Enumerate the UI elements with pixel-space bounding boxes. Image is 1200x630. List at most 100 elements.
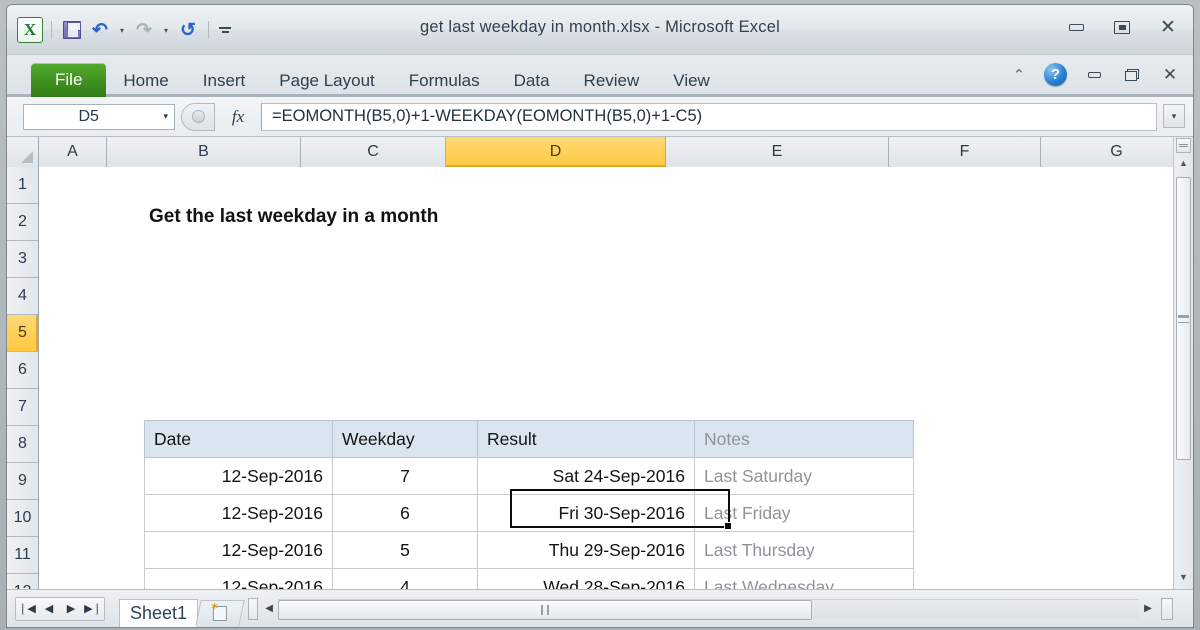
cell-d7[interactable]: Thu 29-Sep-2016 bbox=[477, 531, 695, 569]
table-row[interactable]: 12-Sep-2016 5 Thu 29-Sep-2016 Last Thurs… bbox=[144, 531, 914, 569]
next-sheet-button[interactable]: ▶ bbox=[60, 602, 82, 615]
close-icon: ✕ bbox=[1160, 15, 1176, 38]
workbook-restore-icon bbox=[1125, 68, 1139, 81]
scroll-left-button[interactable]: ◀ bbox=[260, 603, 278, 614]
insert-function-icon[interactable]: fx bbox=[215, 107, 261, 127]
row-header-10[interactable]: 10 bbox=[7, 500, 38, 537]
tab-insert[interactable]: Insert bbox=[186, 65, 263, 97]
column-header-f[interactable]: F bbox=[889, 137, 1041, 167]
collapse-ribbon-chevron-icon[interactable]: ⌃ bbox=[1010, 66, 1028, 84]
column-header-notes[interactable]: Notes bbox=[694, 420, 914, 458]
row-header-9[interactable]: 9 bbox=[7, 463, 38, 500]
vertical-split-handle[interactable] bbox=[1176, 138, 1191, 153]
vertical-scroll-track[interactable] bbox=[1175, 177, 1192, 565]
row-header-1[interactable]: 1 bbox=[7, 167, 38, 204]
last-sheet-button[interactable]: ▶❘ bbox=[82, 602, 104, 615]
horizontal-scroll-thumb[interactable] bbox=[278, 599, 812, 620]
sheet-tab-sheet1[interactable]: Sheet1 bbox=[119, 598, 199, 627]
row-header-6[interactable]: 6 bbox=[7, 352, 38, 389]
column-header-e[interactable]: E bbox=[666, 137, 889, 167]
ribbon-right-controls: ⌃ ? ✕ bbox=[1010, 63, 1181, 86]
scroll-up-button[interactable]: ▲ bbox=[1174, 153, 1193, 173]
column-header-weekday[interactable]: Weekday bbox=[332, 420, 478, 458]
row-header-11[interactable]: 11 bbox=[7, 537, 38, 574]
new-sheet-page-icon bbox=[212, 605, 227, 621]
cell-e5[interactable]: Last Saturday bbox=[694, 457, 914, 495]
tab-home[interactable]: Home bbox=[106, 65, 185, 97]
horizontal-split-handle[interactable] bbox=[248, 597, 259, 620]
knob-icon bbox=[191, 110, 205, 123]
cell-c7[interactable]: 5 bbox=[332, 531, 478, 569]
horizontal-scrollbar[interactable]: ◀ ▶ bbox=[260, 598, 1157, 620]
window-restore-button[interactable] bbox=[1109, 17, 1135, 37]
horizontal-scroll-end-handle[interactable] bbox=[1161, 597, 1173, 620]
formula-bar: D5 ▾ fx =EOMONTH(B5,0)+1-WEEKDAY(EOMONTH… bbox=[7, 97, 1193, 137]
row-header-7[interactable]: 7 bbox=[7, 389, 38, 426]
row-header-12[interactable]: 12 bbox=[7, 574, 38, 589]
sheet-tab-bar: ❘◀ ◀ ▶ ▶❘ Sheet1 ◀ ▶ bbox=[7, 589, 1193, 627]
cell-b6[interactable]: 12-Sep-2016 bbox=[144, 494, 333, 532]
table-row[interactable]: 12-Sep-2016 6 Fri 30-Sep-2016 Last Frida… bbox=[144, 494, 914, 532]
data-table: Date Weekday Result Notes 12-Sep-2016 7 … bbox=[144, 420, 914, 589]
workbook-close-icon: ✕ bbox=[1162, 64, 1178, 85]
cell-c5[interactable]: 7 bbox=[332, 457, 478, 495]
tab-page-layout[interactable]: Page Layout bbox=[262, 65, 391, 97]
ribbon-tab-strip: File Home Insert Page Layout Formulas Da… bbox=[7, 55, 1193, 97]
window-minimize-button[interactable] bbox=[1063, 17, 1089, 37]
window-close-button[interactable]: ✕ bbox=[1155, 17, 1181, 37]
cell-c6[interactable]: 6 bbox=[332, 494, 478, 532]
fill-handle[interactable] bbox=[724, 522, 732, 530]
workbook-close-button[interactable]: ✕ bbox=[1159, 64, 1181, 85]
workbook-minimize-icon bbox=[1087, 71, 1101, 78]
sheet-navigation-buttons: ❘◀ ◀ ▶ ▶❘ bbox=[15, 596, 105, 621]
row-header-4[interactable]: 4 bbox=[7, 278, 38, 315]
table-row[interactable]: 12-Sep-2016 4 Wed 28-Sep-2016 Last Wedne… bbox=[144, 568, 914, 589]
column-header-c[interactable]: C bbox=[301, 137, 446, 167]
row-header-2[interactable]: 2 bbox=[7, 204, 38, 241]
horizontal-scroll-track[interactable] bbox=[278, 598, 1139, 620]
name-box-value: D5 bbox=[78, 107, 99, 125]
tab-view[interactable]: View bbox=[656, 65, 727, 97]
cell-d5[interactable]: Sat 24-Sep-2016 bbox=[477, 457, 695, 495]
tab-data[interactable]: Data bbox=[497, 65, 567, 97]
column-header-b[interactable]: B bbox=[107, 137, 301, 167]
cell-b7[interactable]: 12-Sep-2016 bbox=[144, 531, 333, 569]
column-header-a[interactable]: A bbox=[39, 137, 107, 167]
cell-c8[interactable]: 4 bbox=[332, 568, 478, 589]
name-box[interactable]: D5 ▾ bbox=[23, 103, 175, 130]
tab-review[interactable]: Review bbox=[567, 65, 657, 97]
vertical-scrollbar[interactable]: ▲ ▼ bbox=[1173, 137, 1193, 589]
select-all-corner[interactable] bbox=[7, 137, 39, 167]
workbook-minimize-button[interactable] bbox=[1083, 66, 1105, 84]
name-box-dropdown-icon[interactable]: ▾ bbox=[163, 111, 168, 122]
column-headers: A B C D E F G bbox=[7, 137, 1193, 167]
cell-e7[interactable]: Last Thursday bbox=[694, 531, 914, 569]
first-sheet-button[interactable]: ❘◀ bbox=[16, 602, 38, 615]
column-header-d[interactable]: D bbox=[446, 137, 666, 167]
row-header-5[interactable]: 5 bbox=[7, 315, 38, 352]
cell-b8[interactable]: 12-Sep-2016 bbox=[144, 568, 333, 589]
vertical-scroll-thumb[interactable] bbox=[1176, 177, 1191, 460]
formula-input[interactable]: =EOMONTH(B5,0)+1-WEEKDAY(EOMONTH(B5,0)+1… bbox=[261, 102, 1157, 131]
table-row[interactable]: 12-Sep-2016 7 Sat 24-Sep-2016 Last Satur… bbox=[144, 457, 914, 495]
prev-sheet-button[interactable]: ◀ bbox=[38, 602, 60, 615]
fx-group: fx bbox=[181, 102, 261, 132]
cell-d6[interactable]: Fri 30-Sep-2016 bbox=[477, 494, 695, 532]
cell-b5[interactable]: 12-Sep-2016 bbox=[144, 457, 333, 495]
scroll-right-button[interactable]: ▶ bbox=[1139, 603, 1157, 614]
expand-formula-bar-icon[interactable]: ▾ bbox=[1163, 104, 1185, 128]
workbook-restore-button[interactable] bbox=[1121, 66, 1143, 84]
row-header-8[interactable]: 8 bbox=[7, 426, 38, 463]
tab-file[interactable]: File bbox=[31, 63, 107, 97]
row-header-3[interactable]: 3 bbox=[7, 241, 38, 278]
column-header-g[interactable]: G bbox=[1041, 137, 1193, 167]
tab-formulas[interactable]: Formulas bbox=[392, 65, 497, 97]
column-header-result[interactable]: Result bbox=[477, 420, 695, 458]
cell-d8[interactable]: Wed 28-Sep-2016 bbox=[477, 568, 695, 589]
scroll-down-button[interactable]: ▼ bbox=[1174, 567, 1193, 587]
restore-icon bbox=[1114, 20, 1130, 34]
cell-e8[interactable]: Last Wednesday bbox=[694, 568, 914, 589]
column-header-date[interactable]: Date bbox=[144, 420, 333, 458]
help-icon[interactable]: ? bbox=[1044, 63, 1067, 86]
insert-worksheet-icon[interactable] bbox=[195, 599, 245, 626]
